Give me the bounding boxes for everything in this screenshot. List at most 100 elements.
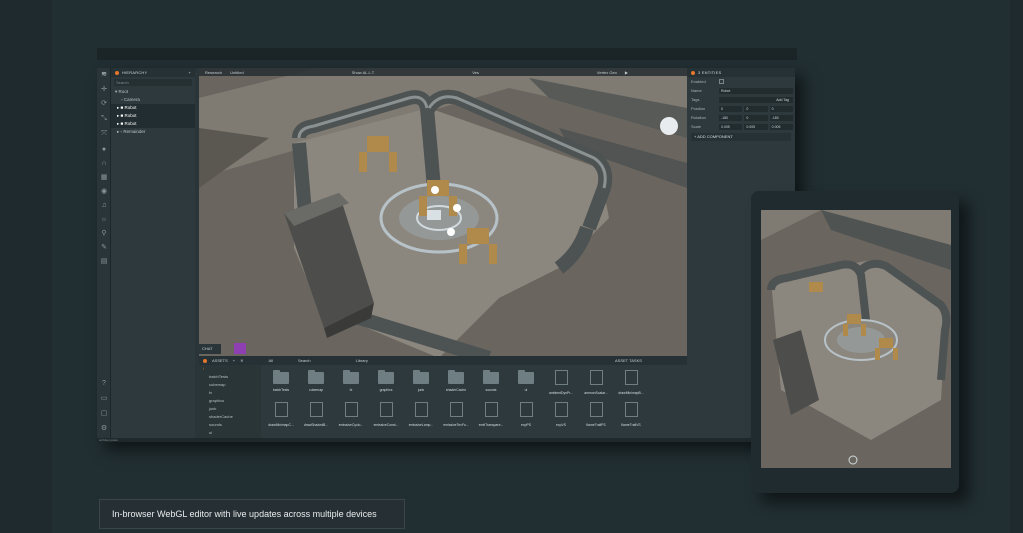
rotation-y-field[interactable]: 0: [744, 114, 768, 121]
folder-tree-item[interactable]: sounds: [199, 421, 261, 429]
tree-item-robot[interactable]: ▸ ■ Robot: [111, 104, 195, 112]
editor-window: ≋ ✛ ⟳ ⤡ ⤧ ● ∩ ▦ ◉ ♫ ☼ ⚲ ✎ ▤ ? ▭ ▢ ⚙ HIER…: [97, 68, 795, 442]
asset-file[interactable]: flameTrailPS: [580, 402, 612, 430]
launch-icon[interactable]: ▶: [625, 70, 628, 75]
scale-x-field[interactable]: 0.005: [719, 123, 743, 130]
viewport-tab[interactable]: Show AL L.T: [352, 70, 375, 75]
light-icon[interactable]: ☼: [100, 216, 108, 224]
tree-item-camera[interactable]: ▫ Camera: [111, 96, 195, 104]
asset-file[interactable]: drawShadedB...: [300, 402, 332, 430]
resize-icon[interactable]: ⤧: [100, 130, 108, 138]
tags-field[interactable]: Add Tag: [719, 96, 793, 103]
delete-asset-icon[interactable]: ✕: [240, 358, 243, 363]
filter-select[interactable]: All: [269, 358, 273, 363]
tree-item-robot[interactable]: ▸ ■ Robot: [111, 120, 195, 128]
rotate-icon[interactable]: ⟳: [100, 100, 108, 108]
file-icon: [554, 402, 568, 417]
asset-file[interactable]: drawMinimapC...: [265, 402, 297, 430]
sphere-icon[interactable]: ●: [100, 146, 108, 154]
asset-folder[interactable]: graphics: [370, 370, 402, 398]
folder-tree-item[interactable]: fx: [199, 389, 261, 397]
asset-file[interactable]: drawMinimapB...: [615, 370, 647, 398]
viewport-tab[interactable]: Vertex Geo: [597, 70, 617, 75]
file-icon: [554, 370, 568, 385]
folder-icon: [518, 370, 534, 384]
folder-tree-item[interactable]: ui: [199, 429, 261, 437]
viewport-tab[interactable]: Untitled: [230, 70, 244, 75]
asset-file[interactable]: flameTrailVS: [615, 402, 647, 430]
hierarchy-search-input[interactable]: Search: [114, 79, 192, 86]
asset-folder[interactable]: ui: [510, 370, 542, 398]
asset-file[interactable]: ambientDynPr...: [545, 370, 577, 398]
tablet-screen[interactable]: [761, 210, 951, 468]
chat-tab[interactable]: CHAT: [199, 344, 221, 354]
scale-icon[interactable]: ⤡: [100, 115, 108, 123]
help-icon[interactable]: ?: [100, 380, 108, 388]
asset-file[interactable]: expVS: [545, 402, 577, 430]
folder-tree-item[interactable]: junk: [199, 405, 261, 413]
folder-tree-item[interactable]: cubemap: [199, 381, 261, 389]
asset-label: cubemap: [309, 388, 323, 392]
enabled-checkbox[interactable]: [719, 79, 724, 84]
scale-z-field[interactable]: 0.005: [769, 123, 793, 130]
asset-folder[interactable]: batchTests: [265, 370, 297, 398]
eye-icon[interactable]: ◉: [100, 188, 108, 196]
folder-tree-item[interactable]: batchTests: [199, 373, 261, 381]
asset-file[interactable]: ammonScalar...: [580, 370, 612, 398]
tree-item-root[interactable]: ▾ Root: [111, 88, 195, 96]
asset-file[interactable]: emissiveLamp...: [405, 402, 437, 430]
layers-icon[interactable]: ▤: [100, 258, 108, 266]
grid-icon[interactable]: ▦: [100, 174, 108, 182]
asset-label: emissiveConst...: [373, 423, 399, 427]
avatar: [234, 343, 246, 354]
scene-viewport[interactable]: Research Untitled Show AL L.T Ves Vertex…: [199, 68, 687, 356]
file-icon: [379, 402, 393, 417]
rotation-label: Rotation: [691, 115, 706, 120]
folder-tree-item[interactable]: shaderCache: [199, 413, 261, 421]
asset-file[interactable]: emissiveTexFo...: [440, 402, 472, 430]
file-icon: [624, 402, 638, 417]
position-x-field[interactable]: 0: [719, 105, 743, 112]
add-component-button[interactable]: + ADD COMPONENT: [691, 133, 791, 141]
viewport-tab[interactable]: Ves: [472, 70, 479, 75]
asset-folder[interactable]: shaderCache: [440, 370, 472, 398]
folder-icon: [413, 370, 429, 384]
asset-file[interactable]: emissiveConst...: [370, 402, 402, 430]
library-button[interactable]: Library: [356, 358, 368, 363]
asset-file[interactable]: emissiveCyclo...: [335, 402, 367, 430]
magnet-icon[interactable]: ∩: [100, 160, 108, 168]
name-field[interactable]: Robot: [719, 87, 793, 94]
folder-icon: [448, 370, 464, 384]
pin-icon[interactable]: ⚲: [100, 230, 108, 238]
add-asset-icon[interactable]: +: [233, 358, 235, 363]
rotation-x-field[interactable]: -180: [719, 114, 743, 121]
tags-row: Tags Add Tag: [687, 95, 795, 104]
asset-folder[interactable]: sounds: [475, 370, 507, 398]
scale-y-field[interactable]: 0.005: [744, 123, 768, 130]
sound-icon[interactable]: ♫: [100, 202, 108, 210]
asset-folder[interactable]: cubemap: [300, 370, 332, 398]
rotation-z-field[interactable]: -180: [769, 114, 793, 121]
asset-label: graphics: [379, 388, 393, 392]
folder-tree-item[interactable]: graphics: [199, 397, 261, 405]
chat-icon[interactable]: ▢: [100, 410, 108, 418]
assets-search-input[interactable]: Search: [298, 358, 311, 363]
asset-folder[interactable]: junk: [405, 370, 437, 398]
folder-tree-root[interactable]: /: [199, 365, 261, 373]
add-entity-icon[interactable]: +: [188, 70, 191, 75]
tree-item-remainder[interactable]: ▸ ▫ Remainder: [111, 128, 195, 136]
move-icon[interactable]: ✛: [100, 86, 108, 94]
keyboard-icon[interactable]: ▭: [100, 395, 108, 403]
position-y-field[interactable]: 0: [744, 105, 768, 112]
viewport-tab[interactable]: Research: [205, 70, 222, 75]
rotation-row: Rotation -180 0 -180: [687, 113, 795, 122]
enabled-label: Enabled: [691, 79, 706, 84]
settings-icon[interactable]: ⚙: [100, 425, 108, 433]
asset-label: flameTrailPS: [586, 423, 606, 427]
asset-file[interactable]: expPS: [510, 402, 542, 430]
asset-folder[interactable]: fx: [335, 370, 367, 398]
tree-item-robot[interactable]: ▸ ■ Robot: [111, 112, 195, 120]
position-z-field[interactable]: 0: [769, 105, 793, 112]
edit-icon[interactable]: ✎: [100, 244, 108, 252]
asset-file[interactable]: emitTranspare...: [475, 402, 507, 430]
